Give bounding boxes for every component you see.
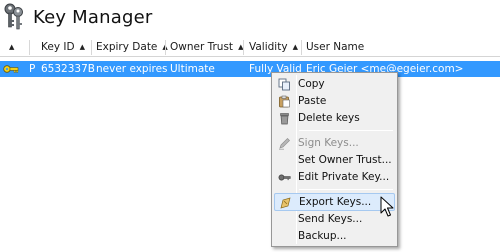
column-header-validity[interactable]: Validity ▲	[249, 38, 298, 57]
menu-item-label: Send Keys...	[298, 213, 363, 225]
sign-pen-icon	[279, 138, 290, 150]
copy-icon	[278, 78, 290, 91]
key-id: 6532337B	[41, 63, 95, 75]
window-title: Key Manager	[33, 7, 153, 28]
column-divider[interactable]	[91, 40, 92, 55]
menu-item-label: Paste	[298, 95, 327, 107]
export-icon	[280, 197, 291, 209]
menu-separator	[299, 130, 393, 131]
menu-item-copy[interactable]: Copy	[274, 76, 395, 93]
column-header-label: Validity	[249, 41, 288, 53]
menu-item-label: Delete keys	[298, 112, 360, 124]
menu-item-set-owner-trust[interactable]: Set Owner Trust...	[274, 152, 395, 169]
column-header-owner-trust[interactable]: Owner Trust ▲	[170, 38, 243, 57]
key-manager-app-icon	[4, 3, 23, 30]
menu-item-sign-keys[interactable]: Sign Keys...	[274, 135, 395, 152]
sort-arrow-icon: ▲	[292, 43, 298, 51]
menu-item-label: Backup...	[298, 230, 347, 242]
sort-arrow-icon: ▲	[9, 43, 15, 51]
menu-item-label: Export Keys...	[299, 196, 372, 208]
trash-icon	[280, 113, 289, 125]
column-header-label: Owner Trust	[170, 41, 234, 53]
menu-item-paste[interactable]: Paste	[274, 93, 395, 110]
column-header-user-name[interactable]: User Name	[306, 38, 364, 57]
key-owner-trust: Ultimate	[170, 63, 215, 75]
column-divider[interactable]	[301, 40, 302, 55]
menu-item-label: Edit Private Key...	[298, 171, 390, 183]
key-expiry: never expires	[96, 63, 168, 75]
menu-item-label: Copy	[298, 78, 325, 90]
column-divider[interactable]	[243, 40, 244, 55]
edit-key-icon	[278, 174, 291, 181]
key-list-row[interactable]: P 6532337B never expires Ultimate Fully …	[0, 61, 500, 77]
key-list-header: ▲ Key ID▲ Expiry Date▲ Owner Trust▲ Vali…	[0, 38, 500, 57]
column-header-label: Key ID	[41, 41, 75, 53]
title-bar: Key Manager	[0, 0, 500, 38]
column-header-label: Expiry Date	[96, 41, 158, 53]
column-header-type[interactable]: ▲	[9, 38, 14, 57]
menu-item-backup[interactable]: Backup...	[274, 228, 395, 245]
mouse-pointer-icon	[380, 196, 394, 217]
menu-item-edit-private-key[interactable]: Edit Private Key...	[274, 169, 395, 186]
column-divider[interactable]	[165, 40, 166, 55]
menu-item-export-keys[interactable]: Export Keys...	[274, 193, 395, 211]
menu-item-label: Set Owner Trust...	[298, 154, 392, 166]
paste-icon	[279, 95, 290, 108]
column-header-expiry-date[interactable]: Expiry Date▲	[96, 38, 168, 57]
menu-separator	[299, 189, 393, 190]
menu-item-delete-keys[interactable]: Delete keys	[274, 110, 395, 127]
key-context-menu: Copy Paste Delete keys Sign Keys... Set …	[271, 72, 398, 247]
sort-arrow-icon: ▲	[79, 43, 85, 51]
column-header-label: User Name	[306, 41, 365, 53]
menu-item-label: Sign Keys...	[298, 137, 359, 149]
key-pair-icon	[3, 65, 19, 73]
column-header-key-id[interactable]: Key ID ▲	[41, 38, 85, 57]
menu-item-send-keys[interactable]: Send Keys...	[274, 211, 395, 228]
column-divider[interactable]	[29, 40, 30, 55]
key-type: P	[29, 63, 36, 75]
